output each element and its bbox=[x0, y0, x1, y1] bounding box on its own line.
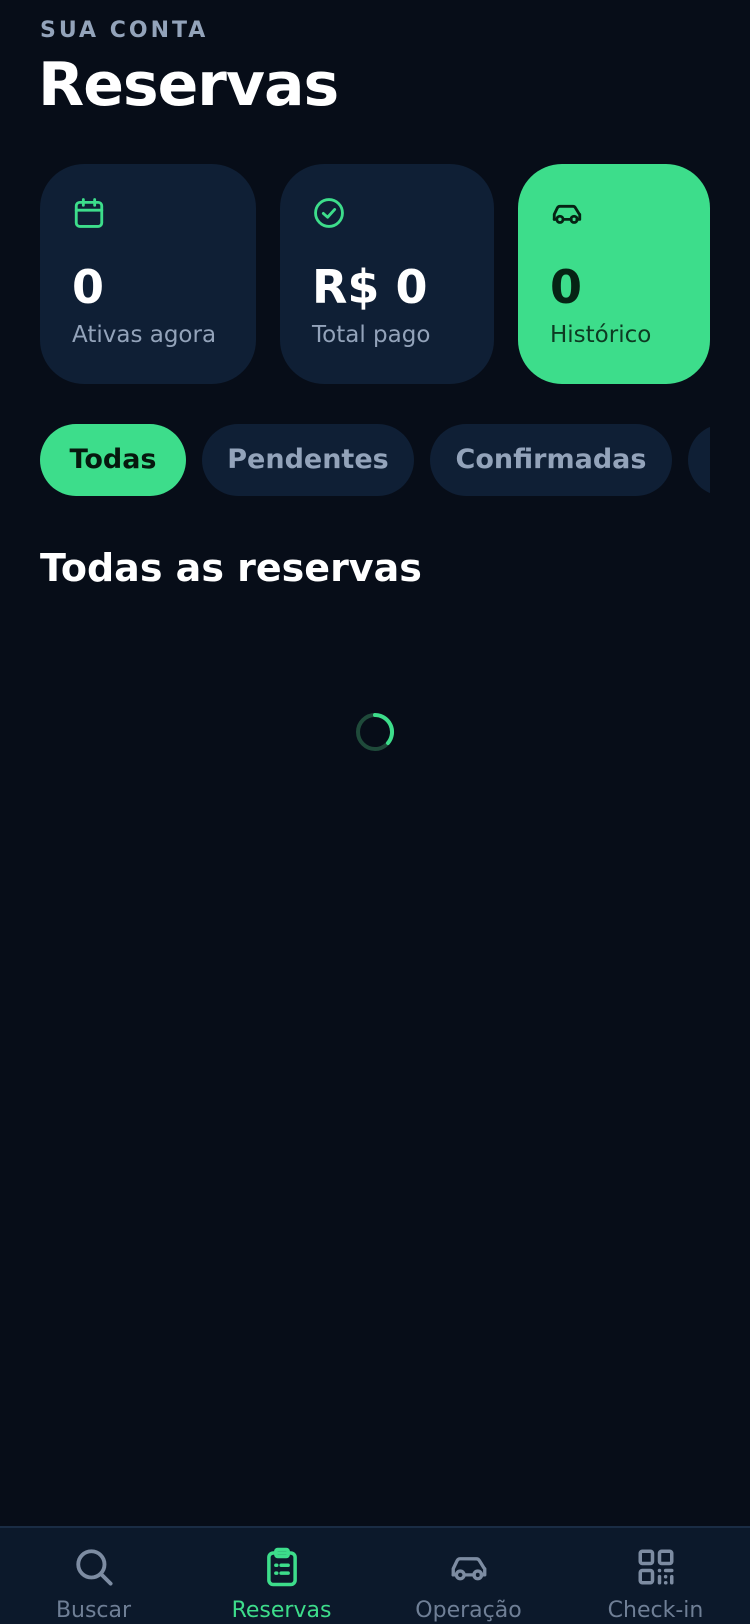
filter-chip-pendentes[interactable]: Pendentes bbox=[202, 424, 414, 496]
car-icon bbox=[552, 204, 582, 224]
page-title: Reservas bbox=[38, 50, 339, 120]
stat-label: Total pago bbox=[312, 322, 431, 348]
car-icon bbox=[451, 1557, 487, 1581]
nav-label: Buscar bbox=[55, 1598, 132, 1623]
search-icon bbox=[76, 1549, 113, 1586]
section-title: Todas as reservas bbox=[40, 546, 422, 590]
nav-item-buscar[interactable]: Buscar bbox=[0, 1528, 187, 1624]
stat-value: 0 bbox=[72, 260, 105, 314]
nav-label: Check-in bbox=[607, 1598, 704, 1623]
clipboard-list-icon bbox=[267, 1547, 297, 1587]
stat-label: Histórico bbox=[550, 322, 652, 348]
bottom-nav: Buscar Reservas Operação Check-in bbox=[0, 1526, 750, 1624]
stat-value: R$ 0 bbox=[312, 260, 428, 314]
section-eyebrow: SUA CONTA bbox=[40, 18, 209, 43]
stat-card-total-paid[interactable]: R$ 0 Total pago bbox=[280, 164, 494, 384]
check-circle-icon bbox=[314, 198, 344, 228]
nav-item-operacao[interactable]: Operação bbox=[375, 1528, 562, 1624]
filter-chips: Todas Pendentes Confirmadas bbox=[40, 424, 710, 496]
nav-label: Reservas bbox=[231, 1598, 332, 1623]
nav-item-reservas[interactable]: Reservas bbox=[188, 1528, 375, 1624]
stat-card-history[interactable]: 0 Histórico bbox=[518, 164, 710, 384]
stat-card-active[interactable]: 0 Ativas agora bbox=[40, 164, 256, 384]
reservations-screen: SUA CONTA Reservas 0 Ativas agora R$ 0 T… bbox=[0, 0, 750, 1624]
nav-item-check-in[interactable]: Check-in bbox=[562, 1528, 749, 1624]
filter-chip-todas[interactable]: Todas bbox=[40, 424, 186, 496]
stat-value: 0 bbox=[550, 260, 583, 314]
stats-row: 0 Ativas agora R$ 0 Total pago 0 Históri… bbox=[40, 164, 710, 384]
calendar-icon bbox=[74, 198, 104, 228]
stat-label: Ativas agora bbox=[72, 322, 217, 348]
nav-label: Operação bbox=[415, 1598, 522, 1623]
loading-spinner-icon bbox=[356, 712, 395, 751]
qr-code-icon bbox=[638, 1549, 674, 1585]
filter-chip-confirmadas[interactable]: Confirmadas bbox=[430, 424, 672, 496]
filter-chip-more[interactable] bbox=[688, 424, 710, 496]
